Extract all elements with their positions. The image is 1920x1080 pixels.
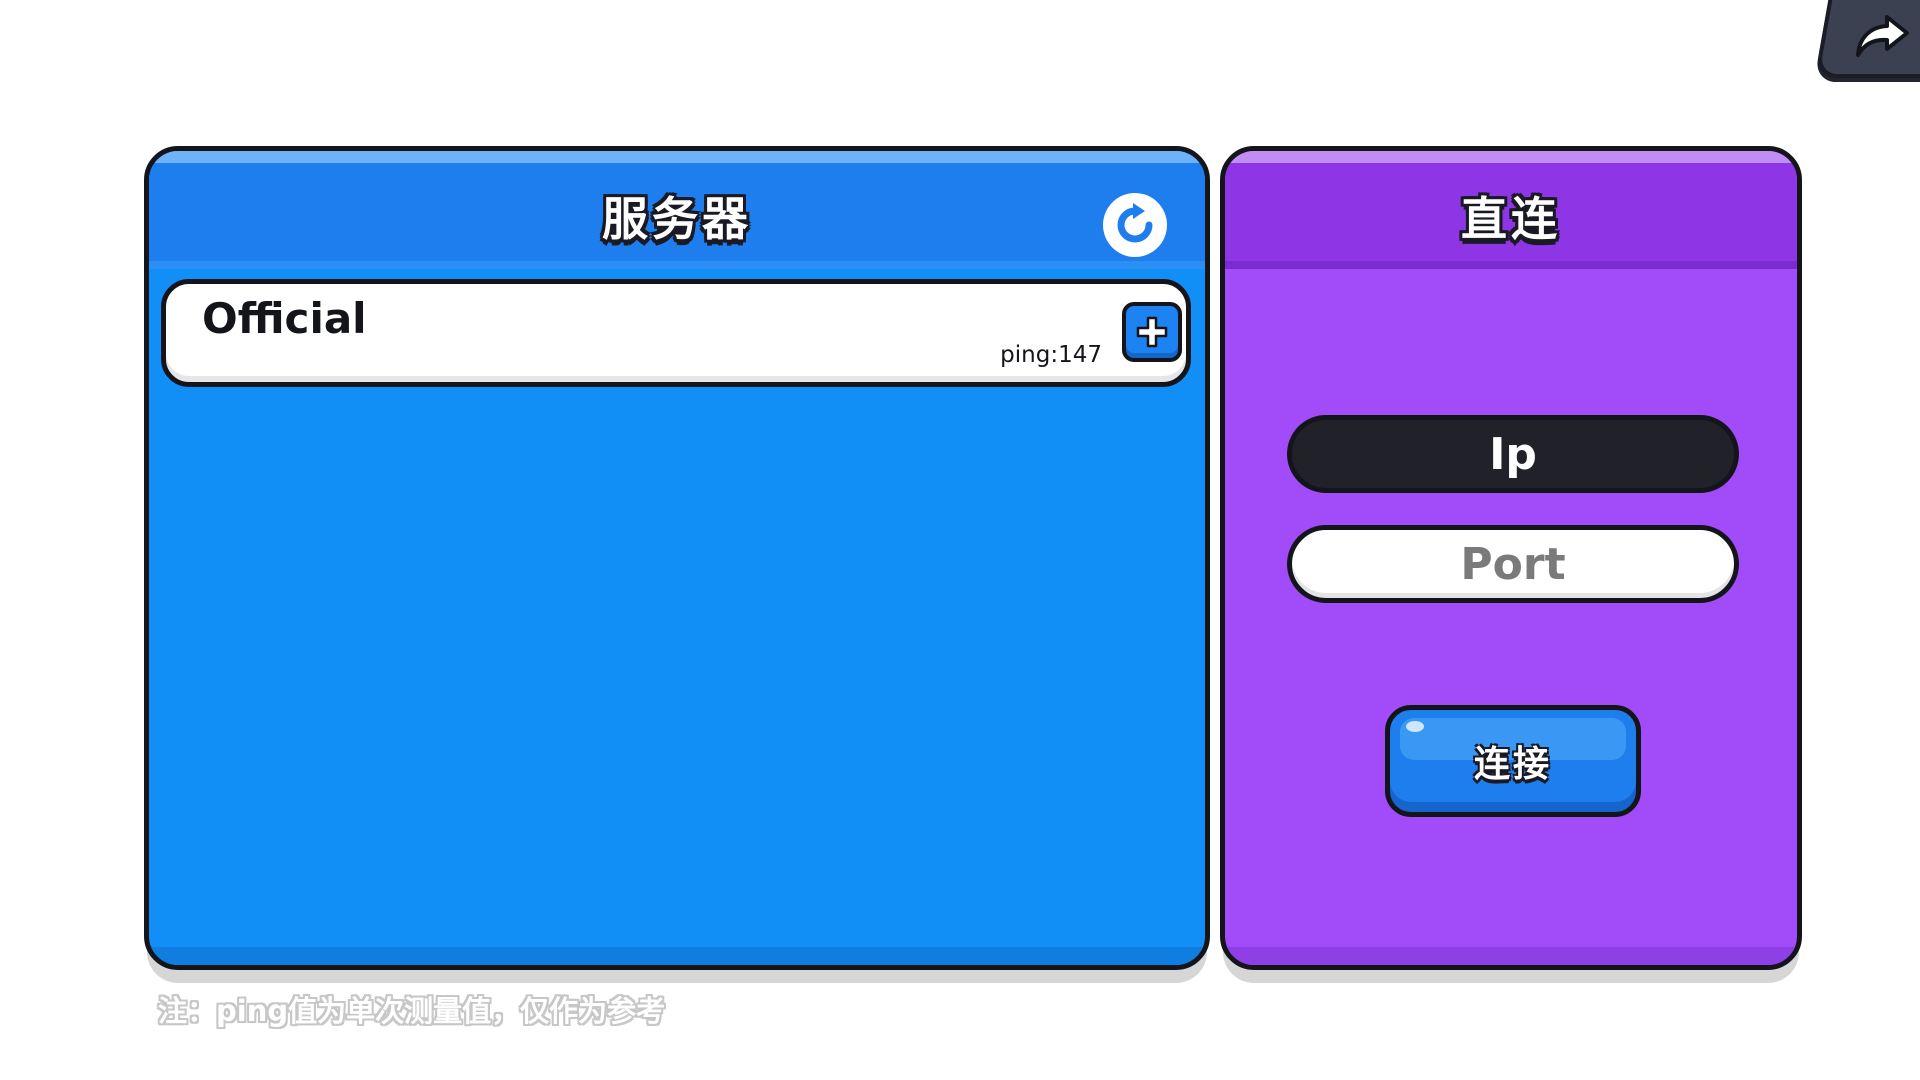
server-ping: ping:147 [1000,342,1102,368]
direct-connect-panel: 直连 连接 [1220,146,1802,970]
server-list-panel: 服务器 Official ping:147 [144,146,1210,970]
connect-button-label: 连接 [1473,744,1552,785]
plus-icon [1136,316,1168,348]
server-panel-title: 服务器 [602,192,752,246]
connect-button[interactable]: 连接 [1385,705,1641,817]
port-input[interactable] [1287,525,1739,603]
server-name: Official [202,294,367,343]
direct-panel-header: 直连 [1225,151,1797,269]
refresh-icon [1117,203,1153,243]
refresh-button[interactable] [1103,193,1167,257]
add-server-button[interactable] [1122,302,1182,362]
server-panel-header: 服务器 [149,151,1205,269]
back-button[interactable] [1814,0,1920,78]
share-arrow-icon [1856,15,1909,57]
connect-button-highlight [1406,721,1424,732]
server-list-item[interactable]: Official ping:147 [161,279,1191,387]
server-select-screen: 服务器 Official ping:147 直连 Ip Port 连接 注：pi… [0,0,1920,1080]
ip-input[interactable] [1287,415,1739,493]
ping-footnote: 注：ping值为单次测量值，仅作为参考 [158,994,666,1028]
direct-panel-title: 直连 [1461,192,1561,246]
